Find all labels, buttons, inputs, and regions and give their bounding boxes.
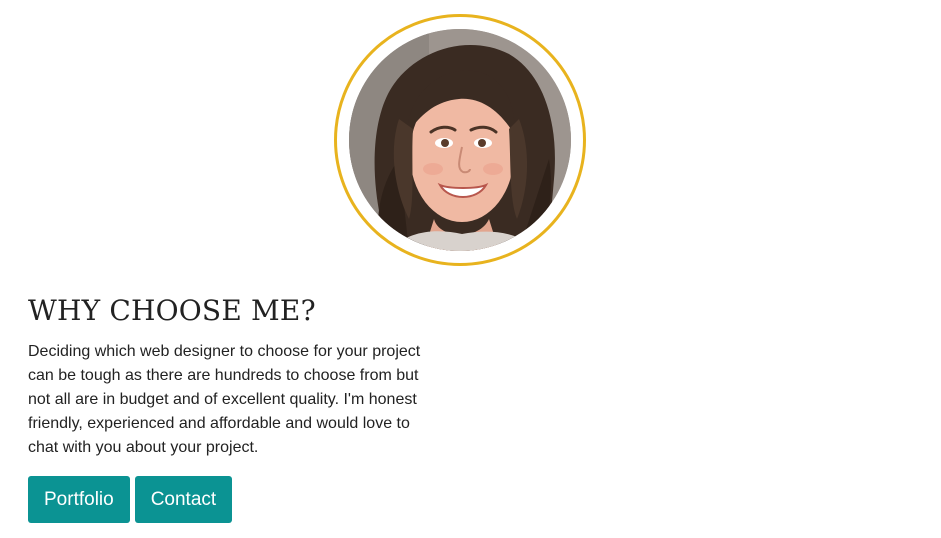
- section-description: Deciding which web designer to choose fo…: [28, 343, 421, 456]
- profile-photo: [349, 29, 571, 251]
- contact-button[interactable]: Contact: [134, 476, 233, 523]
- profile-photo-frame: [334, 14, 586, 266]
- action-buttons: Portfolio Contact: [28, 476, 233, 523]
- section-heading: WHY CHOOSE ME?: [28, 294, 316, 327]
- page: WHY CHOOSE ME? Deciding which web design…: [0, 0, 941, 538]
- portrait-illustration: [349, 29, 571, 251]
- portfolio-button[interactable]: Portfolio: [28, 476, 130, 523]
